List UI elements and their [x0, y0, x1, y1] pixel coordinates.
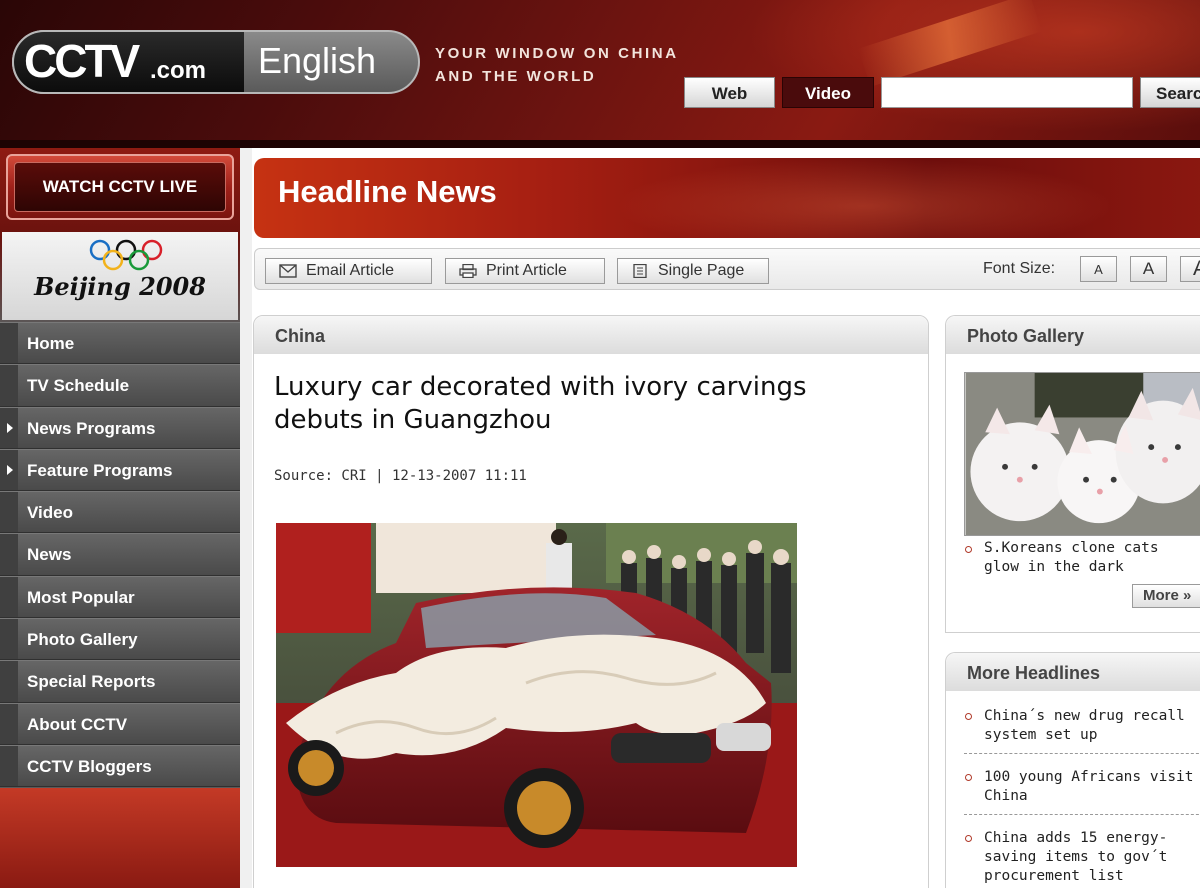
photo-gallery-title: Photo Gallery	[967, 326, 1085, 346]
search-button[interactable]: Search	[1140, 77, 1200, 108]
sidebar-item-label: Home	[27, 334, 75, 353]
document-icon	[633, 264, 647, 278]
sidebar-footer	[0, 788, 240, 888]
watch-live-button[interactable]: WATCH CCTV LIVE	[6, 154, 234, 220]
sidebar-item-most-popular[interactable]: Most Popular	[0, 575, 240, 619]
sidebar-item-label: TV Schedule	[27, 376, 130, 396]
watch-live-label[interactable]: WATCH CCTV LIVE	[14, 162, 226, 212]
expand-arrow-icon	[7, 464, 13, 475]
tagline-line2: AND THE WORLD	[435, 68, 597, 85]
main-nav: Home TV Schedule News Programs Feature Prog…	[0, 322, 240, 788]
more-headlines-panel: More Headlines China´s new drug recall s…	[945, 652, 1200, 888]
envelope-icon	[279, 264, 297, 278]
email-article-button[interactable]: Email Article	[265, 258, 432, 284]
sidebar-item-cctv-bloggers[interactable]: CCTV Bloggers	[0, 744, 240, 788]
sidebar-item-label: CCTV Bloggers	[27, 756, 152, 776]
sidebar-item-about-cctv[interactable]: About CCTV	[0, 702, 240, 745]
sidebar-item-label: Feature Programs	[27, 460, 173, 480]
email-article-label: Email Article	[306, 262, 395, 279]
sidebar-item-home[interactable]: Home	[0, 322, 240, 365]
site-header: CCTV .com English YOUR WINDOW ON CHINA A…	[0, 0, 1200, 148]
bullet-icon	[965, 774, 972, 781]
sidebar-item-feature-programs[interactable]: Feature Programs	[0, 448, 240, 492]
bullet-icon	[965, 546, 972, 553]
more-button[interactable]: More »	[1132, 584, 1200, 608]
sidebar: WATCH CCTV LIVE Beijing 2008 Home TV Sche…	[0, 148, 240, 888]
photo-gallery-panel: Photo Gallery S.Koreans clone cats glow …	[945, 315, 1200, 633]
article-toolbar: Email Article Print Article Single Page …	[254, 248, 1200, 290]
sidebar-item-photo-gallery[interactable]: Photo Gallery	[0, 618, 240, 661]
font-size-small-button[interactable]: A	[1080, 256, 1117, 282]
beijing-2008-text: Beijing 2008	[34, 272, 206, 301]
gallery-photo[interactable]	[964, 372, 1200, 536]
sidebar-item-label: Most Popular	[27, 587, 135, 607]
sidebar-item-special-reports[interactable]: Special Reports	[0, 660, 240, 703]
sidebar-item-news-programs[interactable]: News Programs	[0, 406, 240, 449]
page-title: Headline News	[278, 174, 497, 209]
font-size-large-button[interactable]: A	[1180, 256, 1200, 282]
main-content: Headline News Email Article Print Articl…	[240, 148, 1200, 888]
search-tab-video[interactable]: Video	[782, 77, 874, 108]
print-article-label: Print Article	[486, 262, 567, 279]
article-panel: China Luxury car decorated with ivory ca…	[253, 315, 929, 888]
more-headlines-header: More Headlines	[946, 653, 1200, 691]
headline-banner: Headline News	[254, 158, 1200, 238]
tagline-line1: YOUR WINDOW ON CHINA	[435, 45, 679, 62]
headline-link[interactable]: China adds 15 energy-saving items to gov…	[984, 829, 1200, 886]
sidebar-item-label: Special Reports	[27, 672, 156, 692]
olympic-rings-icon	[89, 239, 163, 271]
expand-arrow-icon	[7, 422, 13, 433]
search-tab-web[interactable]: Web	[684, 77, 775, 108]
article-header: China	[254, 316, 928, 354]
gallery-caption-link[interactable]: S.Koreans clone cats glow in the dark	[984, 539, 1194, 577]
article-title: Luxury car decorated with ivory carvings…	[274, 372, 807, 435]
article-photo	[276, 523, 797, 867]
sidebar-item-label: News	[27, 545, 72, 565]
photo-gallery-header: Photo Gallery	[946, 316, 1200, 354]
sidebar-item-news[interactable]: News	[0, 533, 240, 576]
article-source: Source: CRI | 12-13-2007 11:11	[274, 468, 527, 484]
print-article-button[interactable]: Print Article	[445, 258, 605, 284]
sidebar-item-label: Photo Gallery	[27, 630, 138, 650]
printer-icon	[459, 264, 477, 278]
beijing-2008-banner[interactable]: Beijing 2008	[2, 232, 238, 320]
more-headlines-title: More Headlines	[967, 663, 1101, 683]
bullet-icon	[965, 713, 972, 720]
logo-suffix[interactable]: .com	[150, 57, 206, 85]
edition-label[interactable]: English	[258, 40, 376, 82]
sidebar-item-tv-schedule[interactable]: TV Schedule	[0, 364, 240, 407]
headline-link[interactable]: 100 young Africans visit China	[984, 768, 1200, 806]
sidebar-item-label: News Programs	[27, 418, 156, 438]
font-size-medium-button[interactable]: A	[1130, 256, 1167, 282]
article-category[interactable]: China	[275, 326, 325, 347]
headline-divider	[964, 814, 1200, 815]
sidebar-item-label: About CCTV	[27, 714, 128, 734]
headline-link[interactable]: China´s new drug recall system set up	[984, 707, 1200, 745]
single-page-button[interactable]: Single Page	[617, 258, 769, 284]
search-input[interactable]	[881, 77, 1133, 108]
logo-text[interactable]: CCTV	[24, 33, 140, 89]
headline-divider	[964, 753, 1200, 754]
sidebar-item-label: Video	[27, 503, 73, 523]
bullet-icon	[965, 835, 972, 842]
single-page-label: Single Page	[658, 262, 745, 279]
font-size-label: Font Size:	[983, 260, 1056, 277]
sidebar-item-video[interactable]: Video	[0, 491, 240, 534]
